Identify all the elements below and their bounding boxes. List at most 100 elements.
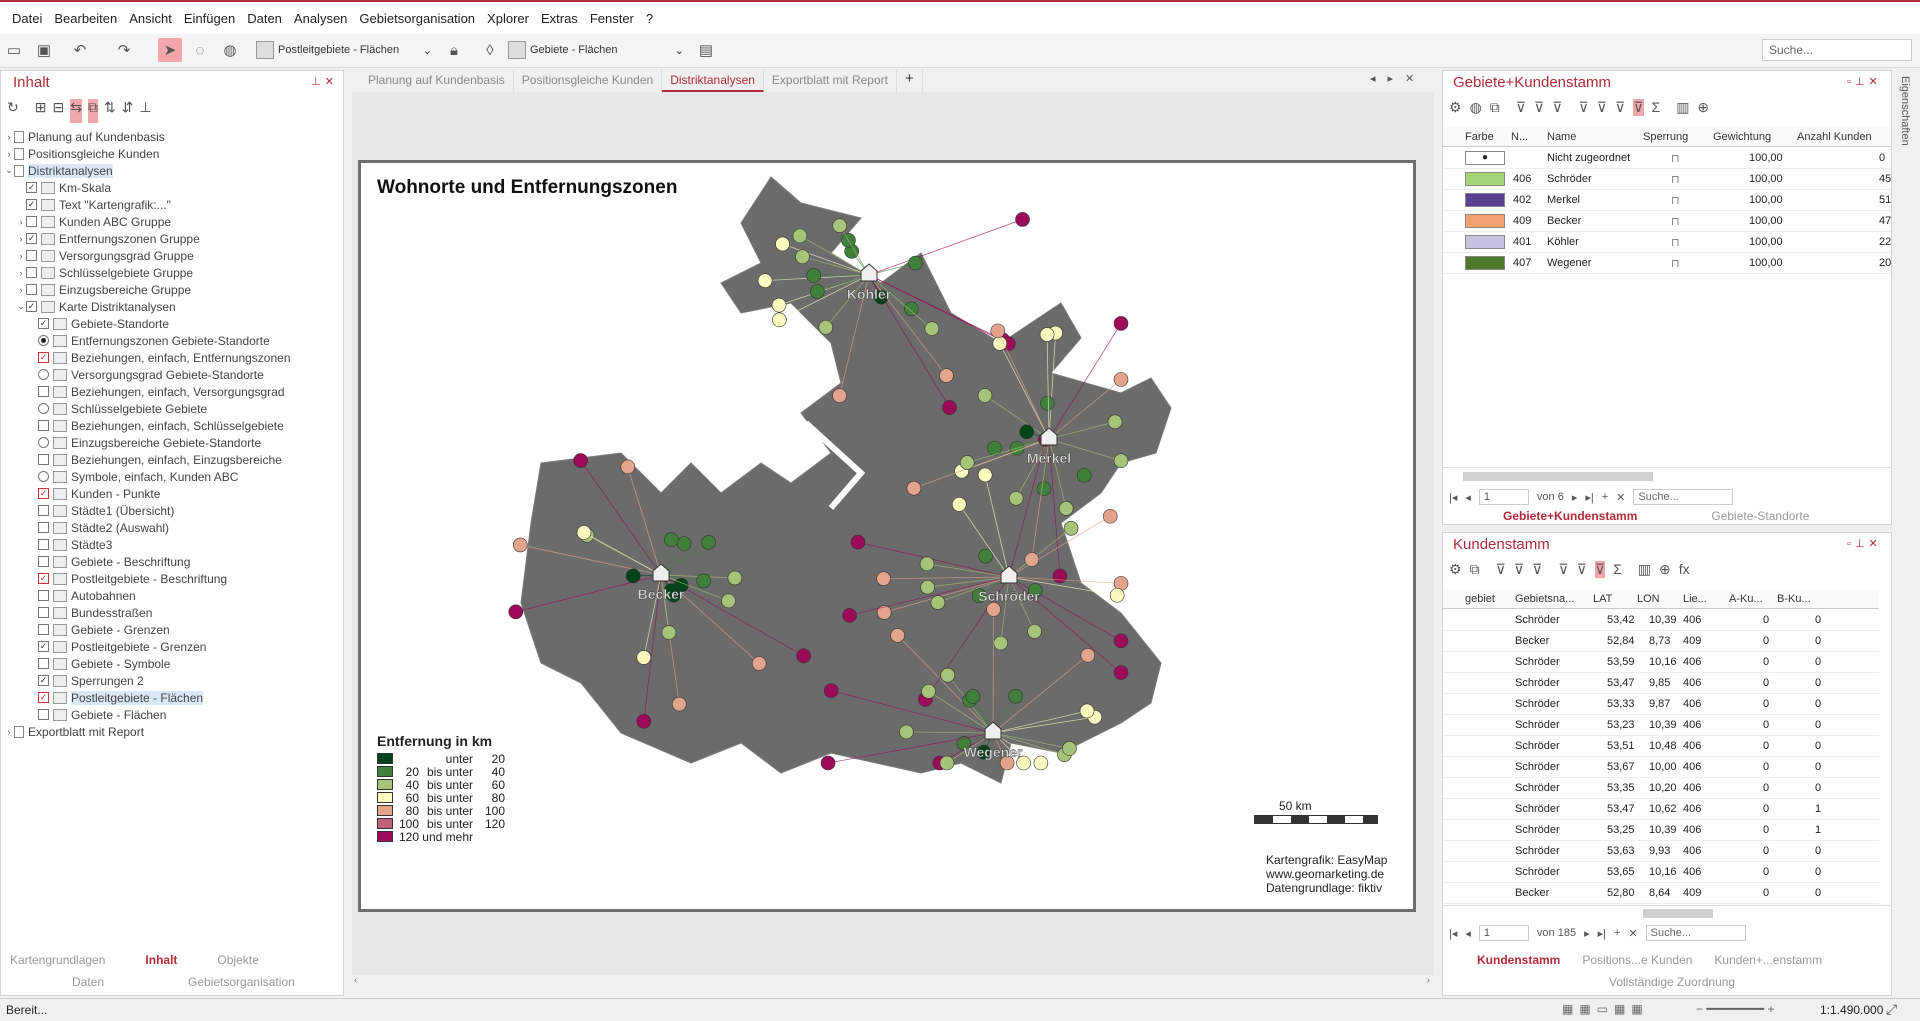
table-row[interactable]: 407 Wegener ⊓ 100,00 20 bbox=[1443, 253, 1891, 274]
tree-item[interactable]: › Einzugsbereiche Gruppe bbox=[0, 281, 342, 298]
expand-icon[interactable]: › bbox=[16, 217, 26, 227]
tree-item[interactable]: Postleitgebiete - Flächen bbox=[0, 689, 342, 706]
tree-item[interactable]: Kunden - Punkte bbox=[0, 485, 342, 502]
zoom-slider[interactable]: − ━━━━━━━━ + bbox=[1696, 1002, 1774, 1016]
menu-item[interactable]: Einfügen bbox=[178, 11, 241, 26]
checkbox[interactable] bbox=[38, 318, 49, 329]
chart-icon[interactable]: ▥ bbox=[1638, 561, 1651, 578]
tree-item[interactable]: Entfernungszonen Gebiete-Standorte bbox=[0, 332, 342, 349]
filter-remove-icon[interactable]: ⊽ bbox=[1532, 561, 1542, 578]
checkbox[interactable] bbox=[26, 233, 37, 244]
tree-item[interactable]: Text "Kartengrafik:..." bbox=[0, 196, 342, 213]
panel-window-icons[interactable]: ▫⊥✕ bbox=[1847, 537, 1882, 550]
column-header[interactable]: Farbe bbox=[1465, 131, 1494, 143]
checkbox[interactable] bbox=[38, 675, 49, 686]
table-row[interactable]: Schröder 53,51 10,48 406 0 0 bbox=[1443, 736, 1879, 757]
settings-icon[interactable]: ⚙ bbox=[1449, 99, 1462, 116]
menu-item[interactable]: Extras bbox=[535, 11, 584, 26]
map-hscroll[interactable]: ‹ › bbox=[352, 975, 1434, 989]
customers-search-input[interactable]: Suche... bbox=[1645, 925, 1746, 941]
copy-icon[interactable]: ⧉ bbox=[1470, 561, 1480, 578]
tab-exportblatt[interactable]: Exportblatt mit Report bbox=[764, 70, 897, 92]
checkbox[interactable] bbox=[38, 692, 49, 703]
column-header[interactable]: Sperrung bbox=[1643, 131, 1688, 143]
panel-pin-close-icons[interactable]: ⊥✕ bbox=[311, 75, 338, 88]
tree-item[interactable]: Symbole, einfach, Kunden ABC bbox=[0, 468, 342, 485]
tree-item[interactable]: Versorgungsgrad Gebiete-Standorte bbox=[0, 366, 342, 383]
tree-item[interactable]: Bundesstraßen bbox=[0, 604, 342, 621]
last-page-icon[interactable]: ▸| bbox=[1598, 927, 1606, 940]
properties-label[interactable]: Eigenschaften bbox=[1899, 76, 1911, 146]
save-icon[interactable]: ▣ bbox=[32, 38, 56, 62]
table-row[interactable]: 406 Schröder ⊓ 100,00 45 bbox=[1443, 169, 1891, 190]
checkbox[interactable] bbox=[38, 352, 49, 363]
table-row[interactable]: Schröder 53,47 9,85 406 0 0 bbox=[1443, 673, 1879, 694]
checkbox[interactable] bbox=[38, 454, 49, 465]
lock-icon[interactable]: ⊓ bbox=[1671, 236, 1680, 249]
column-header[interactable]: gebiet bbox=[1465, 593, 1495, 605]
table-row[interactable]: Schröder 53,42 10,39 406 0 0 bbox=[1443, 610, 1879, 631]
view-mode-icons[interactable]: ▦▦▭▦▦ bbox=[1562, 1002, 1649, 1016]
lock-icon[interactable]: ⊓ bbox=[1671, 257, 1680, 270]
tab-positionsgleiche[interactable]: Positionsgleiche Kunden bbox=[514, 70, 663, 92]
fx-icon[interactable]: fx bbox=[1679, 561, 1690, 578]
tree-item[interactable]: › Versorgungsgrad Gruppe bbox=[0, 247, 342, 264]
column-header[interactable]: LON bbox=[1637, 593, 1660, 605]
sum-icon[interactable]: Σ bbox=[1652, 99, 1661, 116]
checkbox[interactable] bbox=[26, 284, 37, 295]
checkbox[interactable] bbox=[26, 216, 37, 227]
filter-icon[interactable]: ⊽ bbox=[1496, 561, 1506, 578]
area-select-icon[interactable]: ◊ bbox=[478, 38, 502, 62]
menu-item[interactable]: ? bbox=[640, 11, 659, 26]
table-row[interactable]: Schröder 53,33 9,87 406 0 0 bbox=[1443, 694, 1879, 715]
column-header[interactable]: LAT bbox=[1593, 593, 1612, 605]
map-svg[interactable]: Köhler Merkel Becker Schröder Wegener bbox=[361, 163, 1413, 909]
lock-icon[interactable]: ⊓ bbox=[1671, 173, 1680, 186]
radio-button[interactable] bbox=[38, 369, 49, 380]
filter-remove-icon[interactable]: ⊽ bbox=[1552, 99, 1562, 116]
delete-icon[interactable]: ✕ bbox=[1628, 927, 1637, 940]
table-row[interactable]: Schröder 53,35 10,20 406 0 0 bbox=[1443, 778, 1879, 799]
tree-item[interactable]: ⌄ Karte Distriktanalysen bbox=[0, 298, 342, 315]
tree-item[interactable]: Gebiete - Grenzen bbox=[0, 621, 342, 638]
checkbox[interactable] bbox=[38, 386, 49, 397]
tree-item[interactable]: Städte2 (Auswahl) bbox=[0, 519, 342, 536]
add-icon[interactable]: + bbox=[1602, 491, 1608, 503]
areas-search-input[interactable]: Suche... bbox=[1633, 489, 1734, 505]
checkbox[interactable] bbox=[26, 182, 37, 193]
refresh-icon[interactable]: ↻ bbox=[7, 99, 19, 123]
globe-icon[interactable]: ◍ bbox=[1470, 99, 1482, 116]
table-row[interactable]: Schröder 53,25 10,39 406 0 1 bbox=[1443, 820, 1879, 841]
menu-item[interactable]: Gebietsorganisation bbox=[353, 11, 481, 26]
table-row[interactable]: Schröder 53,47 10,62 406 0 1 bbox=[1443, 799, 1879, 820]
tree-item[interactable]: Gebiete - Flächen bbox=[0, 706, 342, 723]
column-header[interactable]: Lie... bbox=[1683, 593, 1707, 605]
tree-item[interactable]: Postleitgebiete - Grenzen bbox=[0, 638, 342, 655]
properties-sidebar[interactable]: Eigenschaften bbox=[1893, 70, 1920, 996]
tree-item[interactable]: Gebiete-Standorte bbox=[0, 315, 342, 332]
lock-icon[interactable]: ⊓ bbox=[1671, 194, 1680, 207]
tree-item[interactable]: Beziehungen, einfach, Einzugsbereiche bbox=[0, 451, 342, 468]
tree-item[interactable]: Beziehungen, einfach, Entfernungszonen bbox=[0, 349, 342, 366]
map-icon[interactable]: ▤ bbox=[694, 38, 718, 62]
checkbox[interactable] bbox=[26, 199, 37, 210]
tree-item[interactable]: › Positionsgleiche Kunden bbox=[0, 145, 342, 162]
column-header[interactable]: Anzahl Kunden bbox=[1797, 131, 1872, 143]
tree-item[interactable]: › Entfernungszonen Gruppe bbox=[0, 230, 342, 247]
table-row[interactable]: Schröder 53,67 10,00 406 0 0 bbox=[1443, 757, 1879, 778]
grid-icon[interactable]: ⊞ bbox=[35, 99, 47, 123]
table-row[interactable]: Becker 52,84 8,73 409 0 0 bbox=[1443, 631, 1879, 652]
table-row[interactable]: Schröder 53,65 10,16 406 0 0 bbox=[1443, 862, 1879, 883]
color-swatch[interactable] bbox=[1465, 214, 1505, 228]
sort-alt-icon[interactable]: ⇵ bbox=[122, 99, 134, 123]
tab-gebiete-standorte[interactable]: Gebiete-Standorte bbox=[1711, 509, 1809, 523]
filter-active-icon[interactable]: ⊽ bbox=[1633, 99, 1644, 116]
checkbox[interactable] bbox=[38, 505, 49, 516]
checkbox[interactable] bbox=[38, 420, 49, 431]
menu-item[interactable]: Bearbeiten bbox=[48, 11, 123, 26]
checkbox[interactable] bbox=[38, 556, 49, 567]
checkbox[interactable] bbox=[38, 539, 49, 550]
open-icon[interactable]: ▭ bbox=[2, 38, 26, 62]
zoom-icon[interactable]: ⊕ bbox=[1697, 99, 1709, 116]
tree-item[interactable]: Postleitgebiete - Beschriftung bbox=[0, 570, 342, 587]
